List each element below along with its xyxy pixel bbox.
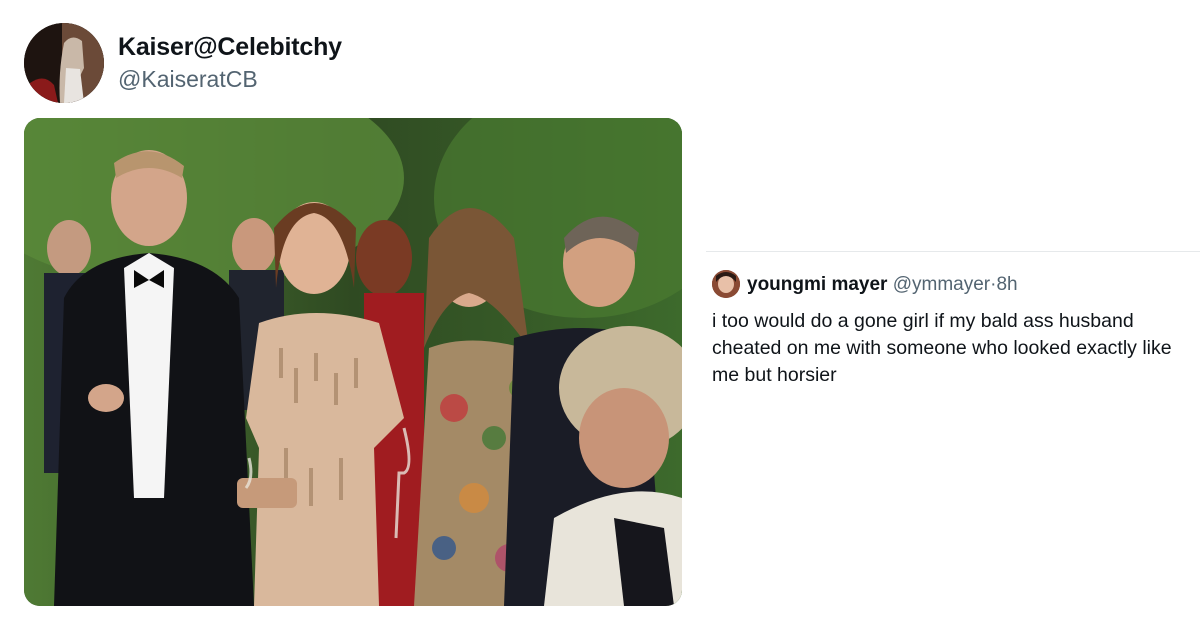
reply-body: i too would do a gone girl if my bald as… xyxy=(712,310,1172,386)
photo-scene xyxy=(24,118,682,606)
main-tweet: Kaiser@Celebitchy @KaiseratCB xyxy=(0,0,700,628)
author-name[interactable]: Kaiser@Celebitchy xyxy=(118,33,342,62)
reply-author-handle[interactable]: @ymmayer xyxy=(893,274,990,295)
reply-header: youngmi mayer @ymmayer·8h xyxy=(747,274,1018,296)
reply-avatar[interactable] xyxy=(712,270,740,298)
author-avatar[interactable] xyxy=(24,23,104,103)
author-handle[interactable]: @KaiseratCB xyxy=(118,66,258,93)
reply-author-name[interactable]: youngmi mayer xyxy=(747,274,887,295)
divider xyxy=(706,251,1200,252)
tweet-photo[interactable] xyxy=(24,118,682,606)
reply-timestamp[interactable]: 8h xyxy=(996,274,1017,295)
avatar-image xyxy=(24,23,104,103)
reply-avatar-image xyxy=(712,270,740,298)
